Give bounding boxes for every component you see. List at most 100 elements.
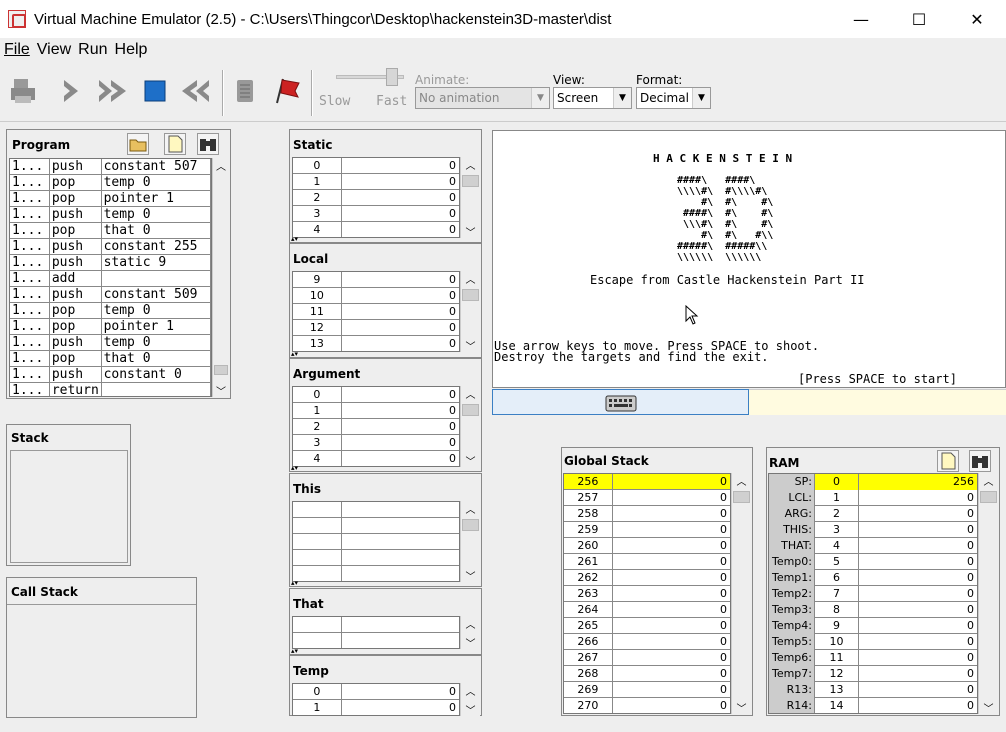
resize-handle-icon[interactable]: ▴▾	[291, 236, 298, 243]
find-button[interactable]	[197, 133, 219, 155]
segment-row[interactable]: 10	[293, 402, 459, 419]
segment-row[interactable]: 20	[293, 189, 459, 206]
hack-screen[interactable]: H A C K E N S T E I N ####\ ####\ \\\\#\…	[492, 130, 1006, 388]
ram-row[interactable]: SP: 0 256	[769, 474, 977, 490]
ram-load-button[interactable]	[937, 450, 959, 472]
load-program-button[interactable]	[6, 74, 40, 108]
segment-row[interactable]: 00	[293, 684, 459, 700]
speed-slider[interactable]	[336, 66, 406, 92]
segment-row[interactable]: 30	[293, 434, 459, 451]
ram-row[interactable]: R13: 13 0	[769, 681, 977, 698]
program-row[interactable]: 1... push temp 0	[10, 334, 211, 351]
call-stack-list[interactable]	[7, 604, 196, 717]
global-stack-row[interactable]: 262 0	[564, 569, 730, 586]
program-row[interactable]: 1... add	[10, 270, 211, 287]
segment-scrollbar-temp[interactable]: ︿ ﹀	[460, 683, 480, 717]
script-button[interactable]	[228, 74, 262, 108]
scroll-down-icon[interactable]: ﹀	[461, 224, 480, 239]
segment-row[interactable]	[293, 565, 459, 581]
segment-table-local[interactable]: 9 0 10 0 11 0 12 0 13 0	[292, 271, 460, 352]
resize-handle-icon[interactable]: ▴▾	[291, 465, 298, 472]
segment-row[interactable]	[293, 549, 459, 566]
segment-scrollbar-local[interactable]: ︿ ﹀	[460, 271, 480, 353]
global-stack-table[interactable]: 256 0 257 0 258 0 259 0 260 0 261 0 262 0 263 0 264 0 265 0…	[563, 473, 731, 714]
program-row[interactable]: 1... pop that 0	[10, 350, 211, 367]
ram-row[interactable]: LCL: 1 0	[769, 489, 977, 506]
scroll-down-icon[interactable]: ﹀	[213, 383, 229, 398]
scroll-up-icon[interactable]: ︿	[461, 157, 480, 172]
segment-row[interactable]	[293, 517, 459, 534]
resize-handle-icon[interactable]: ▴▾	[291, 580, 298, 587]
scroll-down-icon[interactable]: ﹀	[461, 453, 480, 468]
program-row[interactable]: 1... pop temp 0	[10, 174, 211, 191]
scroll-thumb[interactable]	[733, 491, 750, 503]
global-stack-row[interactable]: 258 0	[564, 505, 730, 522]
segment-row[interactable]: 11 0	[293, 303, 459, 320]
segment-row[interactable]: 40	[293, 450, 459, 466]
single-step-button[interactable]	[54, 74, 88, 108]
program-row[interactable]: 1... push constant 507	[10, 159, 211, 175]
scroll-thumb[interactable]	[462, 175, 479, 187]
menu-run[interactable]: Run	[78, 41, 107, 59]
ram-row[interactable]: THIS: 3 0	[769, 521, 977, 538]
ram-row[interactable]: ARG: 2 0	[769, 505, 977, 522]
keyboard-input[interactable]	[492, 389, 749, 415]
program-row[interactable]: 1... push constant 509	[10, 286, 211, 303]
scroll-thumb[interactable]	[462, 289, 479, 301]
segment-table-temp[interactable]: 0010	[292, 683, 460, 716]
ram-scrollbar[interactable]: ︿ ﹀	[978, 473, 998, 715]
global-stack-row[interactable]: 264 0	[564, 601, 730, 618]
segment-row[interactable]: 10	[293, 699, 459, 715]
segment-row[interactable]: 40	[293, 221, 459, 237]
scroll-up-icon[interactable]: ︿	[213, 158, 229, 173]
run-button[interactable]	[96, 74, 130, 108]
global-stack-row[interactable]: 265 0	[564, 617, 730, 634]
scroll-thumb[interactable]	[214, 365, 228, 375]
segment-table-argument[interactable]: 0010203040	[292, 386, 460, 467]
ram-row[interactable]: Temp7: 12 0	[769, 665, 977, 682]
global-stack-row[interactable]: 266 0	[564, 633, 730, 650]
segment-scrollbar-argument[interactable]: ︿ ﹀	[460, 386, 480, 468]
scroll-up-icon[interactable]: ︿	[732, 473, 751, 488]
stop-button[interactable]	[138, 74, 172, 108]
ram-row[interactable]: R14: 14 0	[769, 697, 977, 713]
scroll-up-icon[interactable]: ︿	[461, 501, 480, 516]
segment-row[interactable]: 10 0	[293, 287, 459, 304]
program-row[interactable]: 1... push constant 255	[10, 238, 211, 255]
ram-row[interactable]: Temp4: 9 0	[769, 617, 977, 634]
global-stack-row[interactable]: 270 0	[564, 697, 730, 713]
global-stack-row[interactable]: 260 0	[564, 537, 730, 554]
program-row[interactable]: 1... push constant 0	[10, 366, 211, 383]
segment-row[interactable]: 00	[293, 158, 459, 174]
menu-file[interactable]: File	[4, 41, 30, 59]
ram-row[interactable]: Temp3: 8 0	[769, 601, 977, 618]
global-stack-row[interactable]: 259 0	[564, 521, 730, 538]
ram-row[interactable]: Temp0: 5 0	[769, 553, 977, 570]
segment-table-that[interactable]	[292, 616, 460, 649]
scroll-up-icon[interactable]: ︿	[461, 271, 480, 286]
scroll-down-icon[interactable]: ﹀	[461, 702, 480, 717]
ram-row[interactable]: Temp2: 7 0	[769, 585, 977, 602]
scroll-down-icon[interactable]: ﹀	[979, 700, 998, 715]
stack-list[interactable]	[10, 450, 128, 563]
ram-row[interactable]: Temp6: 11 0	[769, 649, 977, 666]
scroll-down-icon[interactable]: ﹀	[461, 635, 480, 650]
breakpoints-button[interactable]	[270, 74, 304, 108]
slider-thumb[interactable]	[386, 68, 398, 86]
global-stack-row[interactable]: 267 0	[564, 649, 730, 666]
segment-scrollbar-this[interactable]: ︿ ﹀	[460, 501, 480, 583]
global-stack-row[interactable]: 256 0	[564, 474, 730, 490]
program-scrollbar[interactable]: ︿ ﹀	[212, 158, 229, 398]
program-row[interactable]: 1... pop temp 0	[10, 302, 211, 319]
segment-row[interactable]	[293, 502, 459, 518]
scroll-thumb[interactable]	[462, 519, 479, 531]
segment-row[interactable]: 00	[293, 387, 459, 403]
scroll-down-icon[interactable]: ﹀	[461, 568, 480, 583]
segment-row[interactable]	[293, 632, 459, 648]
segment-scrollbar-that[interactable]: ︿ ﹀	[460, 616, 480, 650]
segment-row[interactable]: 13 0	[293, 335, 459, 351]
program-row[interactable]: 1... push static 9	[10, 254, 211, 271]
new-file-button[interactable]	[164, 133, 186, 155]
segment-table-this[interactable]	[292, 501, 460, 582]
segment-row[interactable]	[293, 533, 459, 550]
